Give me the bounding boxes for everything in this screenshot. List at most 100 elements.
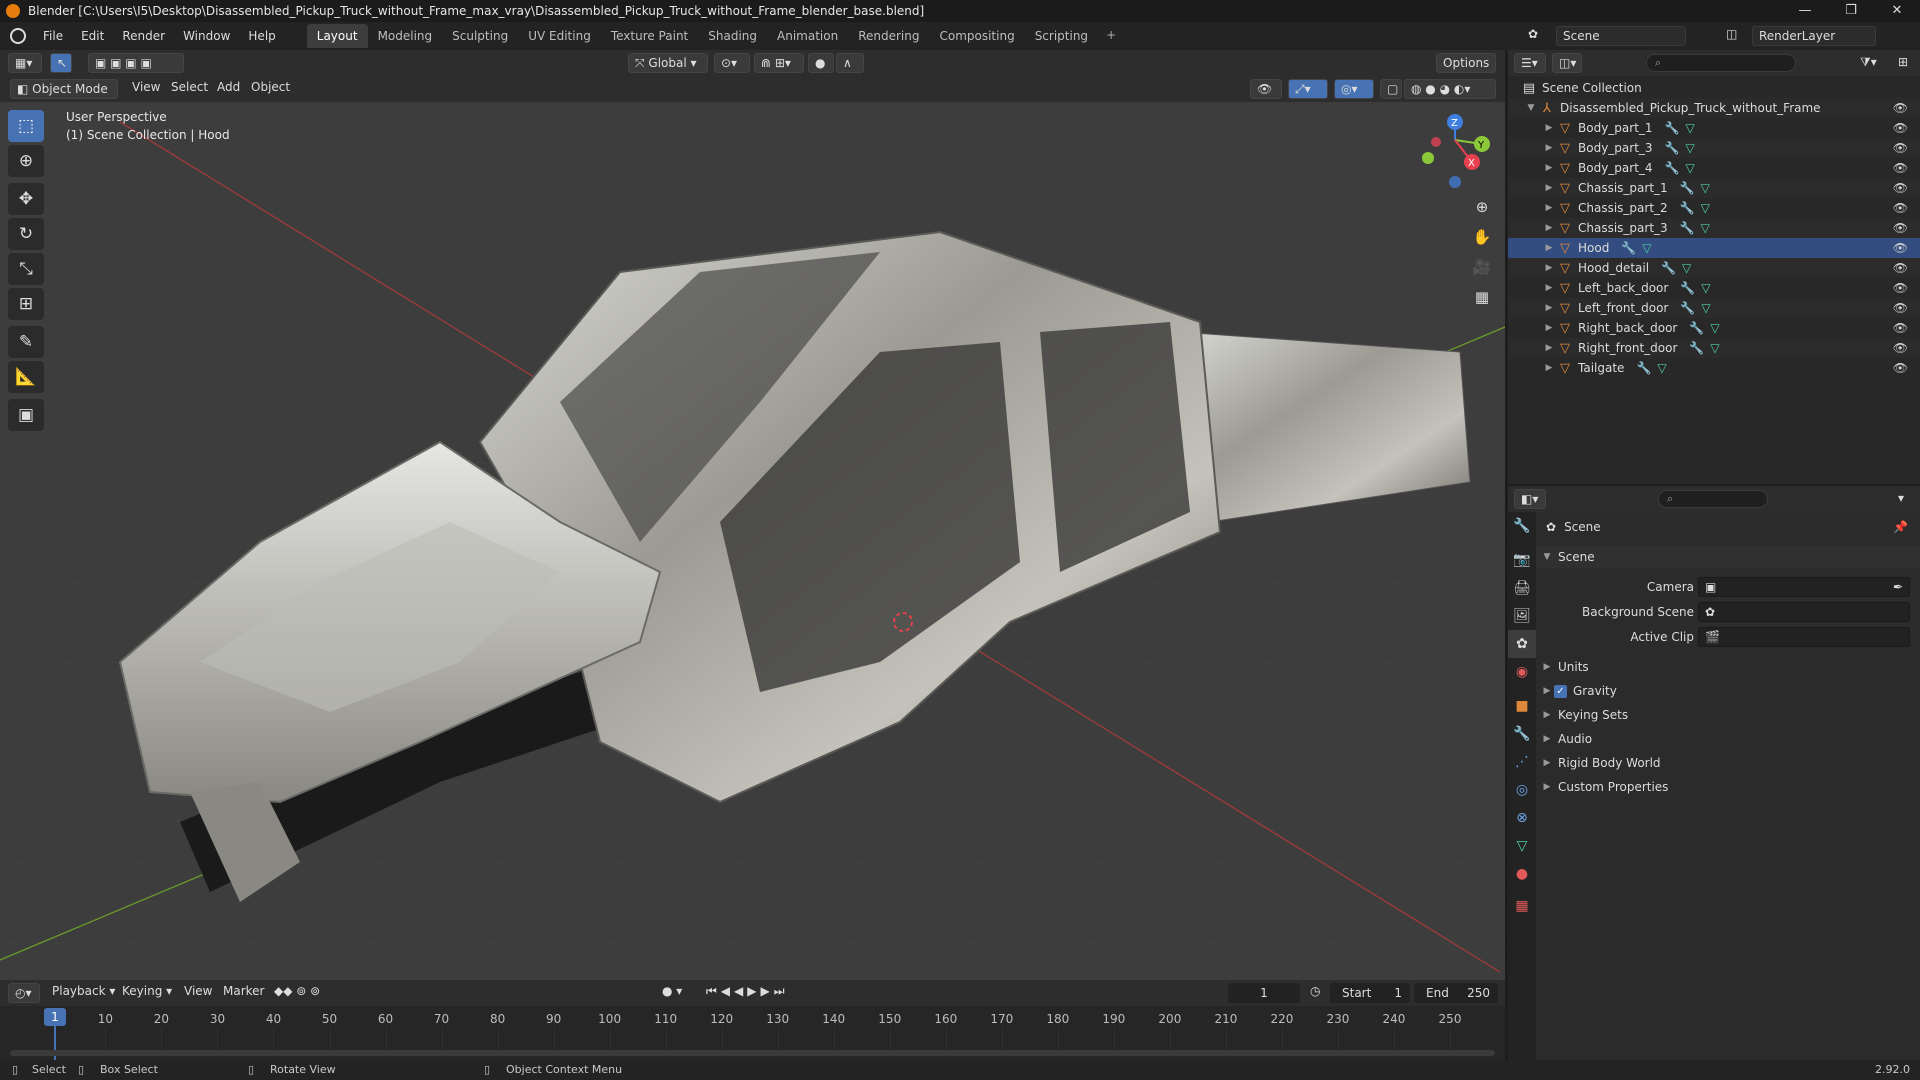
expand-triangle-icon[interactable]: ▶ [1542,143,1556,153]
expand-triangle-icon[interactable]: ▶ [1542,183,1556,193]
outliner-row-left-front-door[interactable]: ▶ ▽ Left_front_door 🔧 ▽ 👁 [1508,298,1920,318]
outliner-row-hood-detail[interactable]: ▶ ▽ Hood_detail 🔧 ▽ 👁 [1508,258,1920,278]
modifier-wrench-icon[interactable]: 🔧 [1689,341,1704,355]
custom-properties-panel[interactable]: ▶ Custom Properties [1536,776,1920,798]
visibility-eye-icon[interactable]: 👁 [1893,221,1908,235]
gizmo-toggle-icon[interactable]: ⤢▾ [1288,79,1328,99]
pivot-icon[interactable]: ⊙▾ [714,53,750,73]
visibility-eye-icon[interactable]: 👁 [1893,201,1908,215]
tab-sculpting[interactable]: Sculpting [442,24,518,48]
mesh-data-icon[interactable]: ▽ [1686,121,1695,135]
data-tab-icon[interactable]: ▽ [1508,832,1536,860]
snap-icon[interactable]: ⋒ ⊞▾ [754,53,804,73]
expand-triangle-icon[interactable]: ▶ [1542,223,1556,233]
active-clip-field[interactable]: 🎬 [1698,627,1910,647]
outliner-collection-row[interactable]: ▼ ⅄ Disassembled_Pickup_Truck_without_Fr… [1508,98,1920,118]
tab-shading[interactable]: Shading [698,24,767,48]
scene-selector[interactable]: Scene [1556,26,1686,46]
modifier-wrench-icon[interactable]: 🔧 [1665,141,1680,155]
tab-scripting[interactable]: Scripting [1025,24,1098,48]
tab-animation[interactable]: Animation [767,24,848,48]
menu-help[interactable]: Help [239,29,284,43]
menu-edit[interactable]: Edit [72,29,113,43]
cursor-icon[interactable]: ⊕ [8,145,44,177]
timeline-area[interactable]: 10 20 30 40 50 60 70 80 90 100 110 120 130 140 150 160 1… [0,1006,1505,1060]
tab-texture-paint[interactable]: Texture Paint [601,24,698,48]
visibility-eye-icon[interactable]: 👁 [1893,361,1908,375]
3d-viewport[interactable]: Z Y X User Perspective (1) Scene Collect… [0,102,1505,980]
outliner-row-right-front-door[interactable]: ▶ ▽ Right_front_door 🔧 ▽ 👁 [1508,338,1920,358]
annotate-icon[interactable]: ✎ [8,326,44,358]
menu-object[interactable]: Object [251,80,290,94]
falloff-icon[interactable]: ∧ [836,53,864,73]
visibility-eye-icon[interactable]: 👁 [1893,261,1908,275]
modifier-wrench-icon[interactable]: 🔧 [1680,301,1695,315]
properties-editor-type-icon[interactable]: ◧▾ [1514,489,1546,509]
visibility-eye-icon[interactable]: 👁 [1893,141,1908,155]
maximize-button[interactable]: ❐ [1828,0,1874,22]
outliner-row-left-back-door[interactable]: ▶ ▽ Left_back_door 🔧 ▽ 👁 [1508,278,1920,298]
tab-uv-editing[interactable]: UV Editing [518,24,601,48]
texture-tab-icon[interactable]: ▦ [1508,892,1536,920]
ortho-grid-icon[interactable]: ▦ [1469,284,1495,310]
rotate-icon[interactable]: ↻ [8,218,44,250]
mesh-data-icon[interactable]: ▽ [1682,261,1691,275]
mesh-data-icon[interactable]: ▽ [1701,221,1710,235]
properties-search-input[interactable]: ⌕ [1658,490,1768,508]
gravity-panel[interactable]: ▶ ✓ Gravity [1536,680,1920,702]
scale-icon[interactable]: ⤡ [8,253,44,285]
expand-triangle-icon[interactable]: ▶ [1542,363,1556,373]
tab-compositing[interactable]: Compositing [929,24,1024,48]
modifier-wrench-icon[interactable]: 🔧 [1661,261,1676,275]
modifier-wrench-icon[interactable]: 🔧 [1621,241,1636,255]
visibility-eye-icon[interactable]: 👁 [1893,101,1908,115]
outliner-search-input[interactable]: ⌕ [1646,54,1796,72]
expand-triangle-icon[interactable]: ▶ [1542,343,1556,353]
select-mode-icon[interactable]: ↖ [50,53,72,73]
pan-hand-icon[interactable]: ✋ [1469,224,1495,250]
modifier-wrench-icon[interactable]: 🔧 [1680,181,1695,195]
menu-file[interactable]: File [34,29,72,43]
output-tab-icon[interactable]: 🖨 [1508,574,1536,602]
outliner-row-body-part-1[interactable]: ▶ ▽ Body_part_1 🔧 ▽ 👁 [1508,118,1920,138]
menu-select[interactable]: Select [171,80,208,94]
menu-keying[interactable]: Keying ▾ [122,984,172,998]
material-tab-icon[interactable]: ● [1508,860,1536,888]
tab-modeling[interactable]: Modeling [368,24,443,48]
outliner-row-chassis-part-3[interactable]: ▶ ▽ Chassis_part_3 🔧 ▽ 👁 [1508,218,1920,238]
new-collection-icon[interactable]: ⊞ [1898,55,1908,69]
options-dropdown[interactable]: Options ▾ [1436,53,1496,88]
measure-icon[interactable]: 📐 [8,361,44,393]
tool-tab-icon[interactable]: 🔧 [1508,512,1536,540]
add-workspace-button[interactable]: + [1098,24,1124,48]
object-mode-dropdown[interactable]: ◧ Object Mode ▾ [10,79,118,114]
close-button[interactable]: ✕ [1874,0,1920,22]
modifier-wrench-icon[interactable]: 🔧 [1680,201,1695,215]
mesh-data-icon[interactable]: ▽ [1642,241,1651,255]
modifier-wrench-icon[interactable]: 🔧 [1689,321,1704,335]
outliner-editor-type-icon[interactable]: ☰▾ [1514,53,1546,73]
timeline-editor-type-icon[interactable]: ◴▾ [8,983,40,1003]
overlay-toggle-icon[interactable]: ◎▾ [1334,79,1374,99]
scene-panel-header[interactable]: ▼ Scene [1536,546,1920,568]
visibility-eye-icon[interactable]: 👁 [1893,321,1908,335]
visibility-eye-icon[interactable]: 👁 [1893,161,1908,175]
transform-icon[interactable]: ⊞ [8,288,44,320]
constraints-tab-icon[interactable]: ⊗ [1508,804,1536,832]
modifier-wrench-icon[interactable]: 🔧 [1665,121,1680,135]
mesh-data-icon[interactable]: ▽ [1657,361,1666,375]
expand-triangle-icon[interactable]: ▶ [1542,243,1556,253]
proportional-edit-icon[interactable]: ● [808,53,834,73]
blender-menu-icon[interactable] [10,28,26,44]
current-frame-field[interactable]: 1 [1228,983,1300,1003]
modifier-tab-icon[interactable]: 🔧 [1508,720,1536,748]
scene-tab-icon[interactable]: ✿ [1508,630,1536,658]
outliner-root-row[interactable]: ▤ Scene Collection [1508,78,1920,98]
mesh-data-icon[interactable]: ▽ [1701,281,1710,295]
timeline-scrollbar[interactable] [10,1050,1495,1056]
mesh-data-icon[interactable]: ▽ [1710,321,1719,335]
render-tab-icon[interactable]: 📷 [1508,546,1536,574]
start-frame-field[interactable]: Start 1 [1330,983,1410,1003]
record-icon[interactable]: ● ▾ [662,984,682,998]
outliner-row-body-part-4[interactable]: ▶ ▽ Body_part_4 🔧 ▽ 👁 [1508,158,1920,178]
